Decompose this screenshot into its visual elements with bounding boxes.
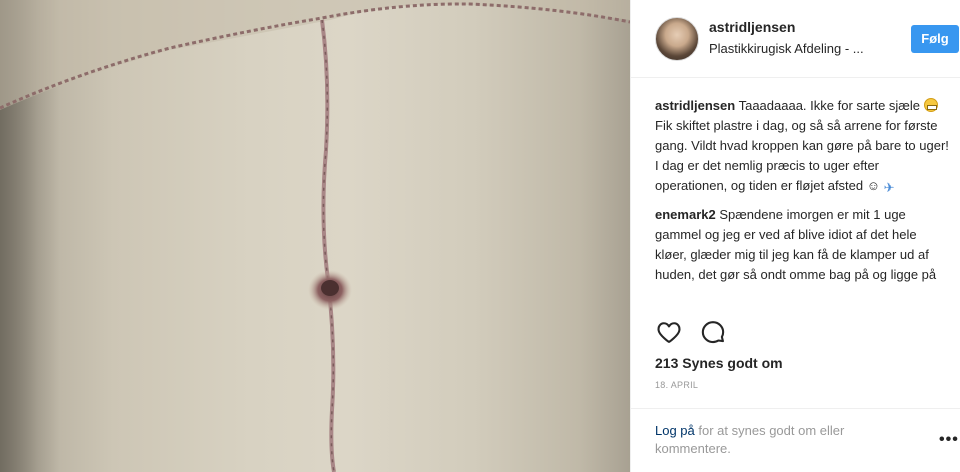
follow-button[interactable]: Følg xyxy=(911,25,959,53)
post-date: 18. APRIL xyxy=(655,380,699,390)
comment-author[interactable]: enemark2 xyxy=(655,207,716,222)
abdomen-scar-illustration xyxy=(0,0,630,472)
avatar[interactable] xyxy=(655,17,699,61)
caption-comment: astridljensen Taaadaaaa. Ikke for sarte … xyxy=(655,96,951,198)
likes-count[interactable]: 213 Synes godt om xyxy=(655,355,783,371)
smile-emoji: ☺ xyxy=(866,178,881,193)
post-actions xyxy=(655,318,951,348)
post-side-panel: astridljensen Plastikkirugisk Afdeling -… xyxy=(630,0,960,472)
comment-list: astridljensen Taaadaaaa. Ikke for sarte … xyxy=(655,96,951,292)
post-footer: Log på for at synes godt om eller kommen… xyxy=(631,408,960,472)
comment-icon[interactable] xyxy=(699,318,727,346)
comment-text: Taaadaaaa. Ikke for sarte sjæle xyxy=(738,98,920,113)
airplane-emoji-icon: ✈ xyxy=(883,180,895,195)
more-options-icon[interactable]: ••• xyxy=(939,431,959,449)
post-header: astridljensen Plastikkirugisk Afdeling -… xyxy=(631,0,960,78)
post-username[interactable]: astridljensen xyxy=(709,19,795,35)
post-photo xyxy=(0,0,630,472)
post-location[interactable]: Plastikkirugisk Afdeling - ... xyxy=(709,41,864,56)
comment-text: Fik skiftet plastre i dag, og så så arre… xyxy=(655,118,949,193)
comment-author[interactable]: astridljensen xyxy=(655,98,735,113)
login-prompt: Log på for at synes godt om eller kommen… xyxy=(655,422,905,458)
login-link[interactable]: Log på xyxy=(655,423,695,438)
grimace-emoji-icon xyxy=(923,98,938,112)
heart-icon[interactable] xyxy=(655,318,683,346)
reply-comment: enemark2 Spændene imorgen er mit 1 uge g… xyxy=(655,205,951,285)
